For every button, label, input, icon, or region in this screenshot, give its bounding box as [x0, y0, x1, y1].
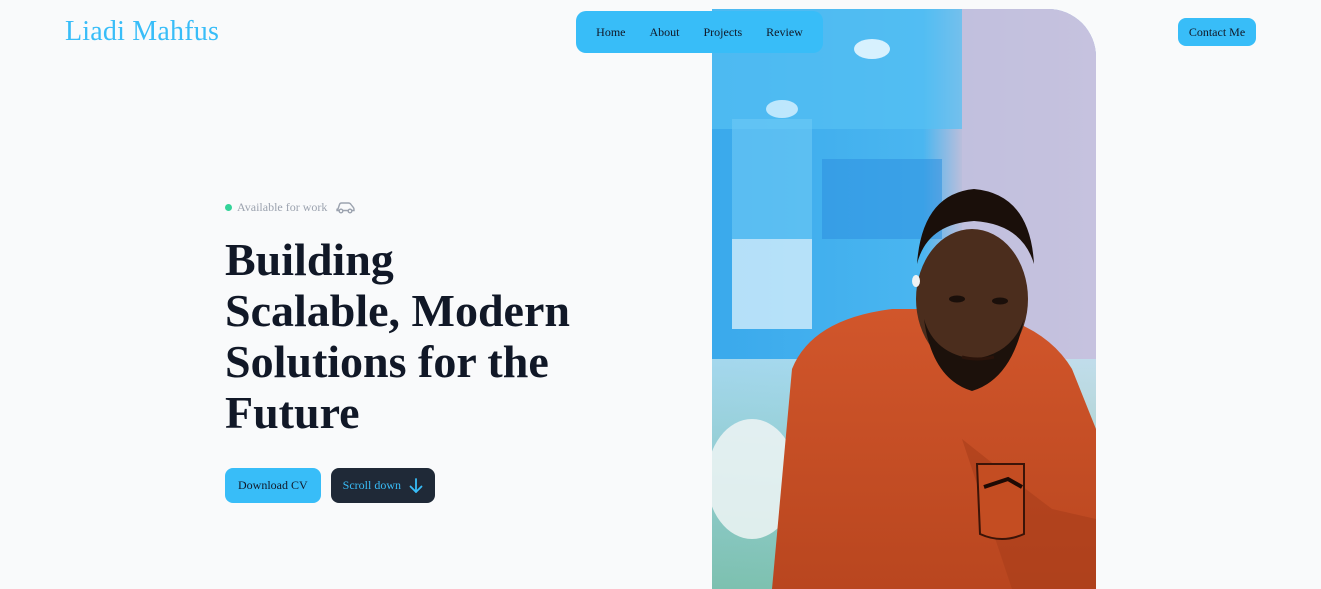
- arrow-down-icon: [409, 477, 423, 493]
- nav-projects[interactable]: Projects: [692, 25, 755, 40]
- hero-headline: Building Scalable, Modern Solutions for …: [225, 234, 625, 438]
- nav-about[interactable]: About: [638, 25, 692, 40]
- profile-photo: [712, 9, 1096, 589]
- nav-home[interactable]: Home: [584, 25, 637, 40]
- headline-line: Future: [225, 387, 360, 438]
- landing-page: Liadi Mahfus Home About Projects Review …: [0, 0, 1321, 589]
- headline-line: Building: [225, 234, 394, 285]
- car-icon: [336, 202, 356, 214]
- profile-photo-illustration: [712, 9, 1096, 589]
- contact-button[interactable]: Contact Me: [1178, 18, 1256, 46]
- scroll-down-label: Scroll down: [342, 478, 402, 492]
- download-cv-button[interactable]: Download CV: [225, 468, 321, 503]
- hero-actions: Download CV Scroll down: [225, 468, 436, 503]
- site-logo[interactable]: Liadi Mahfus: [65, 16, 219, 48]
- nav-review[interactable]: Review: [754, 25, 815, 40]
- headline-line: Solutions for the: [225, 336, 549, 387]
- main-nav: Home About Projects Review: [576, 11, 823, 53]
- status-text: Available for work: [237, 200, 328, 214]
- status-dot: [225, 204, 232, 211]
- availability-status: Available for work: [225, 200, 356, 215]
- headline-line: Scalable, Modern: [225, 285, 570, 336]
- scroll-down-button[interactable]: Scroll down: [330, 468, 436, 503]
